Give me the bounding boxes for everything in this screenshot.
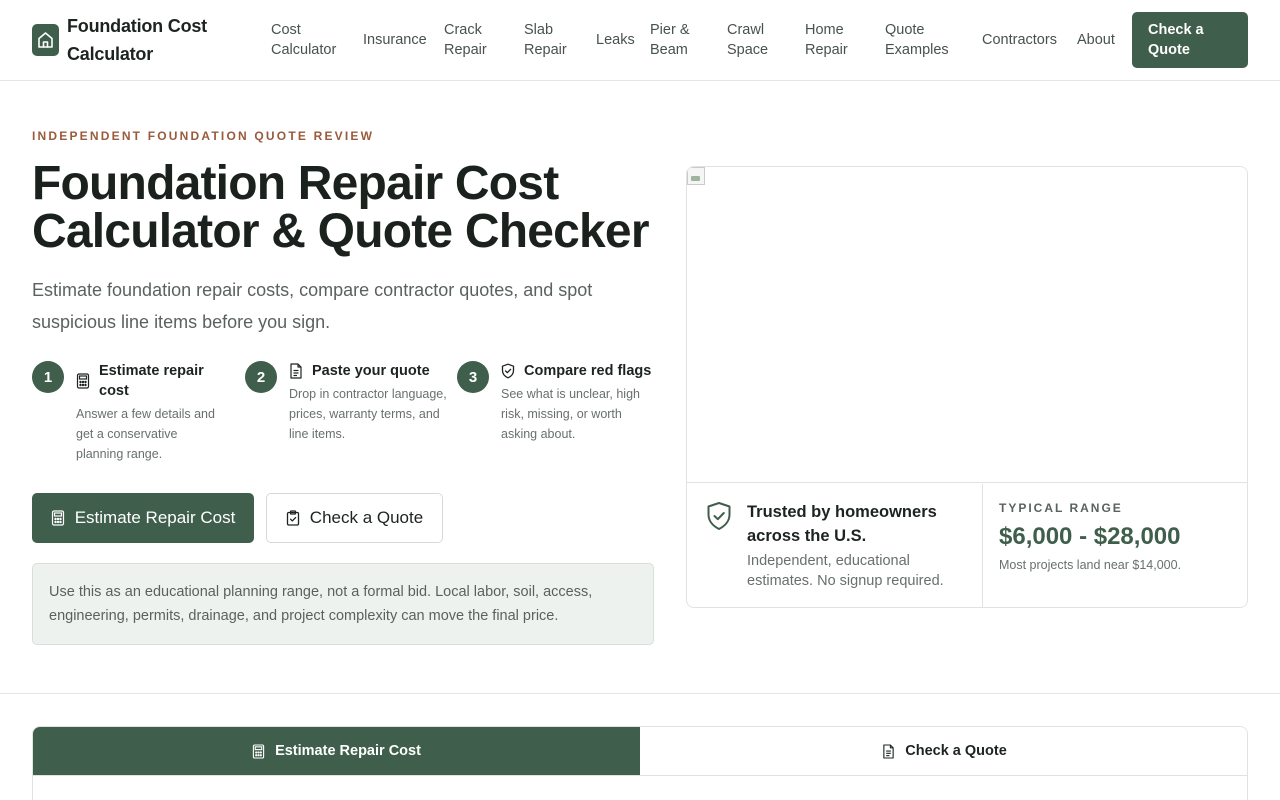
clipboard-check-icon	[286, 510, 299, 526]
step-desc: See what is unclear, high risk, missing,…	[501, 387, 640, 441]
home-icon	[32, 24, 59, 56]
hero-subtitle: Estimate foundation repair costs, compar…	[32, 280, 593, 332]
step-number: 3	[457, 361, 489, 393]
nav-leaks[interactable]: Leaks	[596, 30, 646, 50]
broken-image-icon	[687, 167, 705, 185]
nav-home-repair[interactable]: Home Repair	[805, 20, 861, 60]
section-divider	[0, 693, 1280, 694]
nav-crack-repair[interactable]: Crack Repair	[444, 20, 500, 60]
brand[interactable]: Foundation Cost Calculator	[32, 12, 217, 68]
nav-about[interactable]: About	[1077, 30, 1127, 50]
step-desc: Drop in contractor language, prices, war…	[289, 387, 447, 441]
nav-slab-repair[interactable]: Slab Repair	[524, 20, 580, 60]
page-title: Foundation Repair Cost Calculator & Quot…	[32, 160, 672, 256]
document-icon	[883, 743, 894, 759]
disclaimer-note: Use this as an educational planning rang…	[32, 563, 654, 645]
step-desc: Answer a few details and get a conservat…	[76, 407, 215, 461]
tab-label: Estimate Repair Cost	[275, 743, 421, 759]
hero-card: Trusted by homeowners across the U.S. In…	[686, 166, 1248, 608]
range-note: Most projects land near $14,000.	[999, 558, 1182, 572]
brand-name: Foundation Cost Calculator	[67, 16, 207, 64]
button-label: Estimate Repair Cost	[74, 508, 236, 527]
calculator-icon	[51, 510, 64, 526]
hero-image	[687, 167, 1247, 483]
calculator-icon	[76, 373, 90, 389]
tool-tabs: Estimate Repair Cost Check a Quote	[32, 726, 1248, 800]
nav-insurance[interactable]: Insurance	[363, 30, 443, 50]
range-value: $6,000 - $28,000	[999, 523, 1181, 550]
estimate-repair-cost-button[interactable]: Estimate Repair Cost	[32, 493, 254, 543]
site-header: Foundation Cost Calculator Cost Calculat…	[0, 0, 1280, 81]
hero-eyebrow: INDEPENDENT FOUNDATION QUOTE REVIEW	[32, 129, 375, 143]
tab-divider	[33, 775, 1247, 776]
step-title: Compare red flags	[524, 363, 652, 379]
tab-check-quote[interactable]: Check a Quote	[640, 727, 1247, 775]
tab-estimate-repair-cost[interactable]: Estimate Repair Cost	[33, 727, 640, 775]
title-line-2: Calculator & Quote Checker	[32, 205, 650, 258]
calculator-icon	[252, 743, 265, 759]
range-label: TYPICAL RANGE	[999, 501, 1123, 515]
nav-cost-calculator[interactable]: Cost Calculator	[271, 20, 351, 60]
step-title: Estimate repair cost	[99, 363, 204, 399]
document-icon	[290, 363, 302, 379]
typical-range-panel: TYPICAL RANGE $6,000 - $28,000 Most proj…	[999, 484, 1247, 607]
button-label: Check a Quote	[309, 508, 424, 527]
nav-contractors[interactable]: Contractors	[982, 30, 1072, 50]
nav-crawl-space[interactable]: Crawl Space	[727, 20, 783, 60]
trust-desc: Independent, educational estimates. No s…	[747, 553, 944, 589]
step-number: 1	[32, 361, 64, 393]
nav-pier-beam[interactable]: Pier & Beam	[650, 20, 710, 60]
trust-title: Trusted by homeowners across the U.S.	[747, 503, 937, 545]
title-line-1: Foundation Repair Cost	[32, 157, 559, 210]
shield-check-icon	[501, 363, 515, 379]
header-check-quote-button[interactable]: Check a Quote	[1132, 12, 1248, 68]
nav-quote-examples[interactable]: Quote Examples	[885, 20, 961, 60]
trust-panel: Trusted by homeowners across the U.S. In…	[687, 484, 983, 607]
step-title: Paste your quote	[312, 363, 430, 379]
check-quote-button[interactable]: Check a Quote	[266, 493, 443, 543]
shield-check-icon	[707, 502, 731, 530]
tab-label: Check a Quote	[905, 743, 1007, 759]
step-number: 2	[245, 361, 277, 393]
